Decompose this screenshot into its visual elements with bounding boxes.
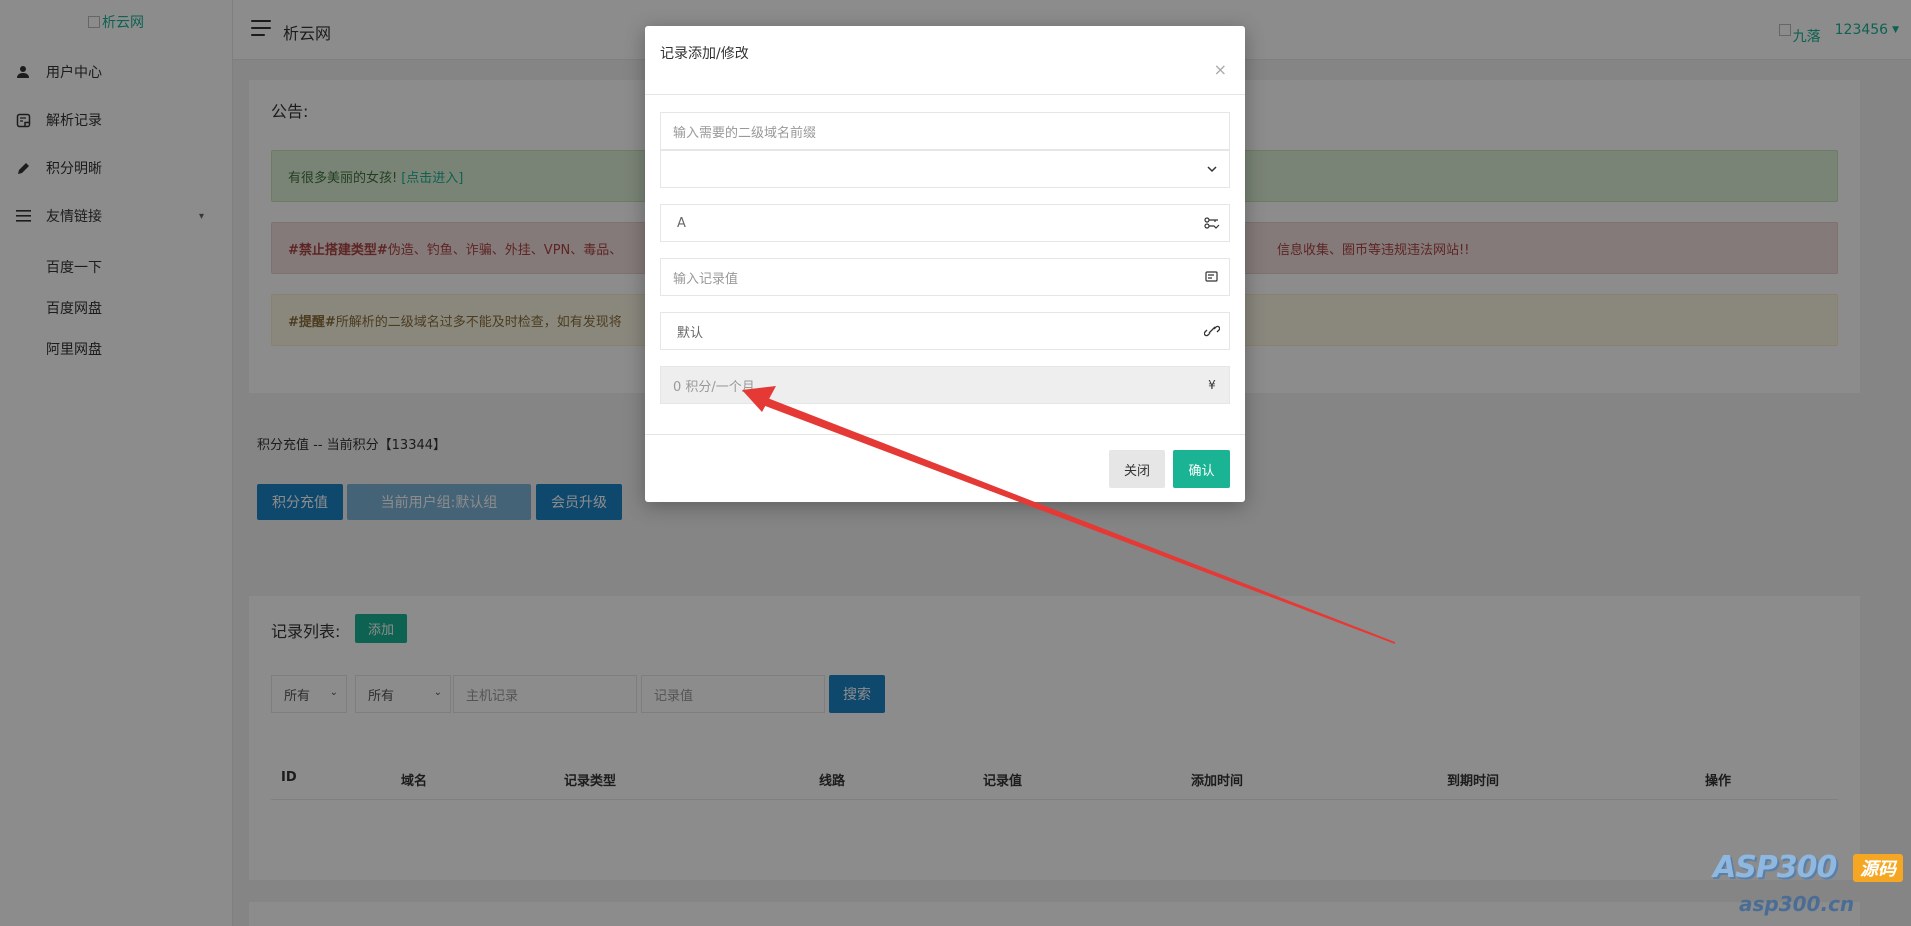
watermark: ASP300 源码 asp300.cn	[1713, 850, 1903, 920]
watermark-brand: ASP300	[1713, 850, 1837, 885]
annotation-arrow	[742, 386, 1395, 644]
watermark-url: asp300.cn	[1739, 892, 1855, 916]
watermark-badge: 源码	[1853, 854, 1903, 882]
